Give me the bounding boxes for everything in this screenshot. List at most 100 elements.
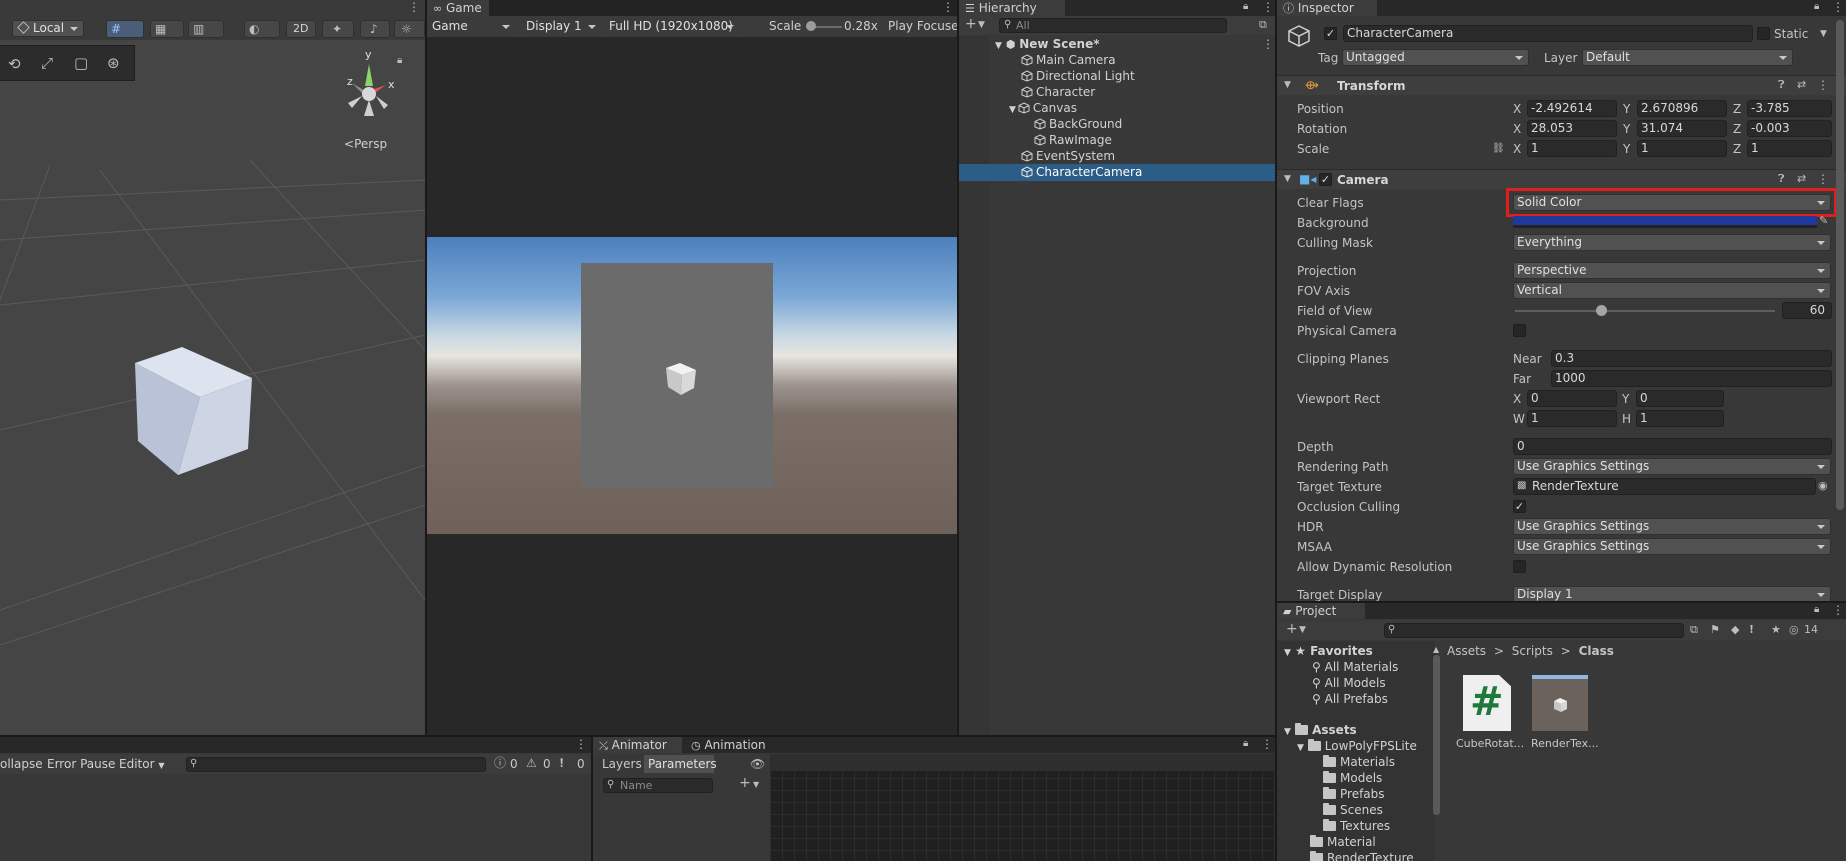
inspector-menu-icon[interactable]: ⋮ [1832,0,1844,14]
fov-axis-dropdown[interactable]: Vertical [1513,282,1831,299]
project-search-input[interactable] [1384,623,1684,638]
create-chevron-down-icon[interactable]: ▼ [1299,623,1306,637]
viewport-w-input[interactable]: 1 [1527,410,1617,427]
scene-gizmo[interactable]: y z x [338,48,398,122]
filter-log-icon[interactable]: ❗︎ [1750,623,1753,637]
msaa-dropdown[interactable]: Use Graphics Settings [1513,538,1831,555]
culling-mask-dropdown[interactable]: Everything [1513,234,1831,251]
add-parameter-icon[interactable]: + [739,776,751,790]
folder-prefabs[interactable]: Prefabs [1323,786,1385,802]
error-pause-button[interactable]: Error Pause [47,757,115,771]
folder-rendertexture[interactable]: RenderTexture [1310,850,1414,861]
project-tree-scrollbar[interactable] [1433,655,1440,815]
target-display-dropdown[interactable]: Display 1 [1513,586,1831,601]
static-checkbox[interactable] [1757,27,1770,40]
warning-icon[interactable]: ⚠ [526,756,537,770]
search-by-type-icon[interactable]: ⧉ [1690,623,1698,637]
preset-icon[interactable]: ⇄ [1797,78,1806,92]
camera-header[interactable]: ▼ ■◂ ✓ Camera ❓︎ ⇄ ⋮ [1277,169,1846,189]
layers-tab[interactable]: Layers [602,757,642,771]
game-view-mode-dropdown[interactable]: Game [428,18,516,35]
depth-input[interactable]: 0 [1513,438,1832,455]
hdr-dropdown[interactable]: Use Graphics Settings [1513,518,1831,535]
favorites-item[interactable]: ▼ ★ Favorites [1284,643,1373,659]
scene-menu-icon[interactable]: ⋮ [408,0,420,14]
filter-label-icon[interactable]: ◆ [1731,623,1739,637]
rendering-path-dropdown[interactable]: Use Graphics Settings [1513,458,1831,475]
position-z-input[interactable]: -3.785 [1747,100,1832,117]
rotation-z-input[interactable]: -0.003 [1747,120,1832,137]
hidden-packages-eye-icon[interactable]: ◎ [1789,623,1799,637]
animator-lock-icon[interactable]: 🔒︎ [1243,737,1248,751]
add-parameter-chevron-icon[interactable]: ▼ [753,778,759,792]
folder-models[interactable]: Models [1323,770,1382,786]
animator-menu-icon[interactable]: ⋮ [1261,737,1273,751]
folder-scenes[interactable]: Scenes [1323,802,1383,818]
favorite-star-icon[interactable]: ★ [1771,623,1781,637]
rect-tool-icon[interactable]: ▢ [74,56,88,71]
scene-item-menu-icon[interactable]: ⋮ [1262,37,1274,51]
mode-2d-button[interactable]: 2D [286,20,316,38]
scene-root-item[interactable]: ▼ ⬢ New Scene* [995,36,1099,52]
preset-icon[interactable]: ⇄ [1797,172,1806,186]
filter-type-icon[interactable]: ⚑ [1710,623,1720,637]
assets-root-item[interactable]: ▼ Assets [1284,722,1357,738]
persp-toggle[interactable]: <Persp [344,137,387,151]
scale-y-input[interactable]: 1 [1637,140,1727,157]
help-icon[interactable]: ❓︎ [1778,172,1785,186]
draw-mode-button[interactable]: ◐ [244,20,280,38]
project-lock-icon[interactable]: 🔒︎ [1814,603,1819,617]
rotation-y-input[interactable]: 31.074 [1637,120,1727,137]
display-dropdown[interactable]: Display 1 [522,18,602,35]
hierarchy-item-canvas[interactable]: ▼ Canvas [1009,100,1077,116]
hierarchy-lock-icon[interactable]: 🔒︎ [1243,0,1248,14]
position-y-input[interactable]: 2.670896 [1637,100,1727,117]
scale-slider-handle[interactable] [806,21,816,31]
hierarchy-item-main-camera[interactable]: Main Camera [1021,52,1116,68]
add-icon[interactable]: + [965,17,977,31]
rotation-x-input[interactable]: 28.053 [1527,120,1617,137]
hierarchy-item-eventsystem[interactable]: EventSystem [1021,148,1115,164]
tab-animation[interactable]: ◷ Animation [685,737,775,753]
animator-graph-area[interactable] [770,754,1275,861]
far-input[interactable]: 1000 [1551,370,1832,387]
help-icon[interactable]: ❓︎ [1778,78,1785,92]
error-icon[interactable]: ❗︎ [560,756,563,770]
tab-inspector[interactable]: ⓘ Inspector [1277,0,1377,16]
scale-x-input[interactable]: 1 [1527,140,1617,157]
info-log-icon[interactable]: ⓘ [494,756,506,770]
favorite-all-materials[interactable]: ⚲ All Materials [1312,659,1398,675]
folder-lowpolyfpslite[interactable]: ▼ LowPolyFPSLite [1297,738,1417,754]
viewport-y-input[interactable]: 0 [1636,390,1724,407]
parameters-tab[interactable]: Parameters [648,757,717,771]
lock-icon[interactable]: 🔒︎ [397,54,402,68]
audio-toggle-button[interactable]: ♪ [360,20,390,38]
effects-toggle-button[interactable]: ☼ [394,20,425,38]
hierarchy-item-background[interactable]: BackGround [1034,116,1122,132]
tag-dropdown[interactable]: Untagged [1342,49,1529,66]
constrain-proportions-icon[interactable]: ⛓︎ [1492,142,1505,156]
fov-slider-track[interactable] [1515,310,1775,312]
layer-dropdown[interactable]: Default [1582,49,1793,66]
lighting-toggle-button[interactable]: ✦ [322,20,354,38]
breadcrumb-assets[interactable]: Assets [1447,644,1486,658]
project-menu-icon[interactable]: ⋮ [1832,603,1844,617]
grid-visibility-button[interactable]: ▦ [150,20,184,38]
object-picker-icon[interactable]: ◉ [1818,479,1828,493]
projection-dropdown[interactable]: Perspective [1513,262,1831,279]
create-icon[interactable]: + [1286,622,1298,636]
scroll-up-icon[interactable]: ▲ [1433,643,1439,657]
allow-dynamic-resolution-checkbox[interactable] [1513,560,1526,573]
breadcrumb-class[interactable]: Class [1579,644,1614,658]
tab-project[interactable]: ▰ Project [1277,603,1365,619]
transform-header[interactable]: ▼ ⟴ Transform ❓︎ ⇄ ⋮ [1277,75,1846,95]
static-chevron-down-icon[interactable]: ▼ [1820,27,1827,41]
scale-tool-icon[interactable]: ⤢ [41,56,53,71]
folder-material[interactable]: Material [1310,834,1376,850]
scene-visibility-icon[interactable]: ⧉ [1259,18,1267,32]
active-checkbox[interactable]: ✓ [1324,27,1337,40]
rotate-tool-icon[interactable]: ⟲ [8,57,21,72]
asset-item[interactable]: RenderTex... [1529,675,1599,755]
object-name-input[interactable]: CharacterCamera [1343,25,1753,42]
game-menu-icon[interactable]: ⋮ [942,0,954,14]
